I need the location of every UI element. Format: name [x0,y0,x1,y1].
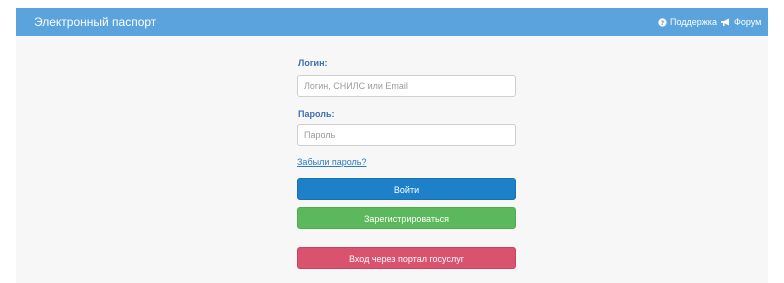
forum-link[interactable]: Форум [720,16,761,28]
forgot-password-link[interactable]: Забыли пароль? [297,157,366,168]
password-label: Пароль: [298,109,335,119]
login-input[interactable] [297,75,516,97]
support-link-label: Поддержка [670,17,717,27]
forum-link-label: Форум [734,17,762,27]
password-input[interactable] [297,124,516,146]
login-label: Логин: [298,58,328,68]
question-circle-icon: ? [658,17,667,27]
bullhorn-icon [720,18,731,27]
brand-title[interactable]: Электронный паспорт [34,15,156,29]
gosuslugi-login-button[interactable]: Вход через портал госуслуг [297,247,516,269]
svg-text:?: ? [661,20,665,27]
support-link[interactable]: ? Поддержка [658,16,717,28]
register-button[interactable]: Зарегистрироваться [297,207,516,229]
page: Электронный паспорт ? Поддержка Форум Ло… [0,0,784,283]
login-button[interactable]: Войти [297,178,516,200]
navbar: Электронный паспорт ? Поддержка Форум [16,8,768,36]
content-panel [16,36,768,283]
